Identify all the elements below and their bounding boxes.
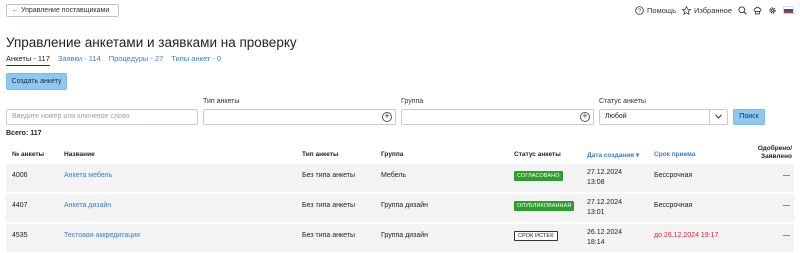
header-group: Группа: [381, 151, 404, 158]
row-group: Мебель: [381, 172, 407, 179]
help-link[interactable]: ? Помощь: [635, 6, 676, 15]
status-filter-value: Любой: [605, 113, 627, 120]
header-name: Название: [64, 151, 95, 158]
type-filter-label: Тип анкеты: [203, 98, 240, 105]
group-filter-label: Группа: [401, 98, 424, 105]
page-title: Управление анкетами и заявками на провер…: [6, 35, 297, 50]
table-row[interactable]: 4407 Анкета дизайн Без типа анкеты Групп…: [6, 194, 794, 222]
add-circle-icon[interactable]: +: [580, 112, 590, 122]
row-approved: —: [783, 202, 790, 209]
tab-questionnaires[interactable]: Анкеты - 117: [6, 54, 50, 66]
favorites-link[interactable]: Избранное: [681, 5, 732, 15]
row-time: 13:08: [587, 179, 605, 186]
row-number: 4407: [12, 202, 28, 209]
back-to-suppliers-button[interactable]: ← Управление поставщиками: [6, 4, 119, 17]
header-approved-line1: Одобрено/: [757, 145, 792, 152]
type-filter-field[interactable]: +: [203, 109, 396, 125]
header-status: Статус анкеты: [514, 151, 561, 158]
header-approved: Одобрено/ Заявлено: [758, 145, 792, 161]
search-icon[interactable]: [738, 5, 747, 15]
row-type: Без типа анкеты: [302, 172, 356, 179]
row-name-link[interactable]: Тестовая аккредитация: [64, 232, 140, 239]
help-icon: ?: [635, 5, 644, 15]
search-button[interactable]: Поиск: [733, 109, 765, 125]
table-row[interactable]: 4006 Анкета мебель Без типа анкеты Мебел…: [6, 164, 794, 192]
total-count: Всего: 117: [6, 130, 42, 137]
tab-questionnaire-types[interactable]: Типы анкет - 0: [171, 54, 221, 66]
group-filter-field[interactable]: +: [401, 109, 594, 125]
row-created: 27.12.2024 13:01: [587, 198, 622, 218]
header-created-date-sort[interactable]: Дата создания ▾: [587, 151, 639, 159]
header-number: № анкеты: [12, 151, 45, 158]
table-header: № анкеты Название Тип анкеты Группа Стат…: [6, 145, 794, 162]
header-type: Тип анкеты: [302, 151, 339, 158]
row-group: Группа дизайн: [381, 232, 429, 239]
help-label: Помощь: [647, 5, 676, 15]
row-term: до 26.12.2024 19:17: [654, 232, 719, 239]
row-term: Бессрочная: [654, 172, 693, 179]
row-approved: —: [783, 232, 790, 239]
header-acceptance-term-sort[interactable]: Срок приема: [654, 151, 695, 158]
add-circle-icon[interactable]: +: [382, 112, 392, 122]
status-badge: ОПУБЛИКОВАННАЯ: [514, 201, 575, 211]
row-date: 26.12.2024: [587, 229, 623, 236]
star-icon: [681, 5, 691, 15]
table-row[interactable]: 4535 Тестовая аккредитация Без типа анке…: [6, 224, 794, 252]
status-filter-select[interactable]: Любой: [599, 109, 728, 125]
flag-ru-icon[interactable]: [783, 6, 794, 14]
row-term: Бессрочная: [654, 202, 693, 209]
create-questionnaire-button[interactable]: Создать анкету: [6, 73, 67, 90]
status-badge: СРОК ИСТЕК: [514, 231, 558, 241]
tabs: Анкеты - 117 Заявки - 114 Процедуры - 27…: [6, 54, 221, 66]
header-approved-line2: Заявлено: [761, 153, 792, 160]
row-time: 18:14: [587, 239, 605, 246]
row-time: 13:01: [587, 209, 605, 216]
tab-applications[interactable]: Заявки - 114: [58, 54, 101, 66]
chef-hat-icon[interactable]: [753, 6, 762, 15]
row-approved: —: [783, 172, 790, 179]
row-number: 4006: [12, 172, 28, 179]
settings-icon[interactable]: [768, 6, 777, 15]
chevron-down-icon[interactable]: [709, 110, 727, 124]
top-actions: ? Помощь Избранное: [635, 3, 794, 17]
search-input[interactable]: Введите номер или ключевое слово: [6, 109, 198, 125]
row-date: 27.12.2024: [587, 169, 623, 176]
row-group: Группа дизайн: [381, 202, 429, 209]
row-type: Без типа анкеты: [302, 232, 356, 239]
top-bar: ← Управление поставщиками ? Помощь Избра…: [0, 0, 800, 20]
row-name-link[interactable]: Анкета дизайн: [64, 202, 111, 209]
status-filter-label: Статус анкеты: [599, 98, 646, 105]
status-badge: СОГЛАСОВАНО: [514, 171, 563, 181]
row-created: 27.12.2024 13:08: [587, 168, 622, 188]
row-name-link[interactable]: Анкета мебель: [64, 172, 112, 179]
favorites-label: Избранное: [693, 5, 732, 15]
tab-procedures[interactable]: Процедуры - 27: [109, 54, 164, 66]
row-type: Без типа анкеты: [302, 202, 356, 209]
row-created: 26.12.2024 18:14: [587, 228, 622, 248]
row-date: 27.12.2024: [587, 199, 623, 206]
row-number: 4535: [12, 232, 28, 239]
